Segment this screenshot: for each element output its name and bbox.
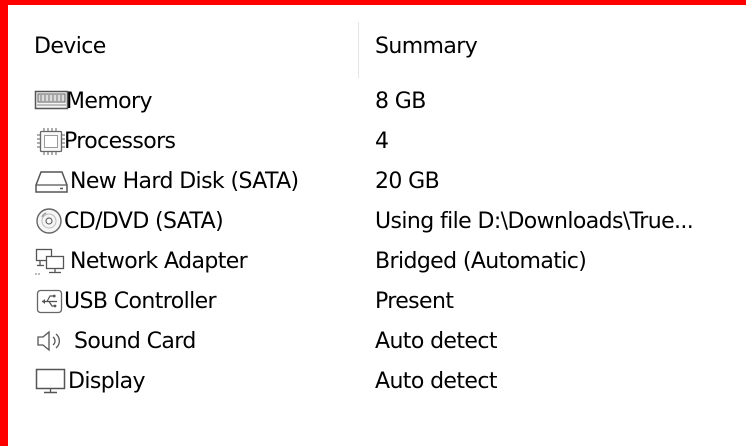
device-summary: Auto detect bbox=[375, 329, 497, 354]
table-header: Device Summary bbox=[16, 10, 746, 80]
device-summary: 4 bbox=[375, 129, 389, 154]
device-name: New Hard Disk (SATA) bbox=[70, 169, 299, 194]
device-row-usb-controller[interactable]: USB Controller Present bbox=[16, 282, 746, 322]
memory-icon bbox=[34, 86, 69, 116]
device-row-hard-disk[interactable]: New Hard Disk (SATA) 20 GB bbox=[16, 162, 746, 202]
device-summary: 20 GB bbox=[375, 169, 440, 194]
column-divider[interactable] bbox=[358, 22, 359, 78]
hard-disk-icon bbox=[34, 166, 69, 196]
device-summary: 8 GB bbox=[375, 89, 426, 114]
device-name: Display bbox=[68, 369, 146, 394]
column-header-summary[interactable]: Summary bbox=[375, 10, 478, 80]
device-table: Device Summary Memory 8 GB Processors 4 … bbox=[16, 10, 746, 446]
device-summary: Bridged (Automatic) bbox=[375, 249, 587, 274]
network-adapter-icon bbox=[34, 246, 69, 276]
device-name: Processors bbox=[64, 129, 176, 154]
device-row-processors[interactable]: Processors 4 bbox=[16, 122, 746, 162]
device-name: Network Adapter bbox=[70, 249, 248, 274]
device-row-cd-dvd[interactable]: CD/DVD (SATA) Using file D:\Downloads\Tr… bbox=[16, 202, 746, 242]
device-row-memory[interactable]: Memory 8 GB bbox=[16, 82, 746, 122]
hardware-settings-panel: Device Summary Memory 8 GB Processors 4 … bbox=[0, 0, 746, 446]
device-summary: Using file D:\Downloads\True... bbox=[375, 209, 694, 234]
display-icon bbox=[34, 366, 69, 396]
device-name: USB Controller bbox=[64, 289, 217, 314]
device-name: Memory bbox=[66, 89, 152, 114]
device-row-network-adapter[interactable]: Network Adapter Bridged (Automatic) bbox=[16, 242, 746, 282]
device-summary: Present bbox=[375, 289, 454, 314]
device-name: Sound Card bbox=[74, 329, 196, 354]
column-header-device[interactable]: Device bbox=[34, 10, 106, 80]
device-row-sound-card[interactable]: Sound Card Auto detect bbox=[16, 322, 746, 362]
device-name: CD/DVD (SATA) bbox=[64, 209, 224, 234]
device-summary: Auto detect bbox=[375, 369, 497, 394]
sound-card-icon bbox=[34, 326, 69, 356]
device-row-display[interactable]: Display Auto detect bbox=[16, 362, 746, 402]
